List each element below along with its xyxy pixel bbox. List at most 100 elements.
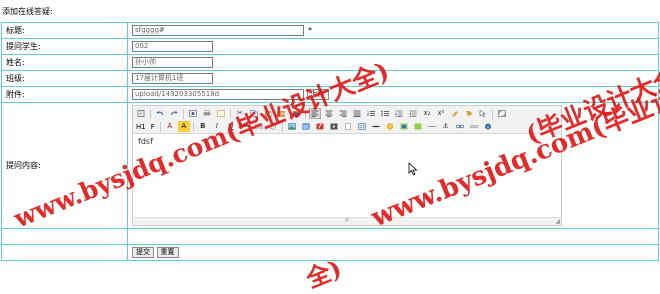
name-label: 姓名: [1,54,128,71]
align-center-icon[interactable] [323,108,335,119]
eraser-icon[interactable] [267,121,279,132]
row-content: 提问内容: ✂ x₂ x² H1 F A A B I U ABC ⚓ fdsf … [1,102,659,229]
unlink-icon[interactable] [468,121,480,132]
paste-icon[interactable] [262,108,274,119]
paste-text-icon[interactable] [276,108,288,119]
editor-toolbar: ✂ x₂ x² H1 F A A B I U ABC ⚓ [133,106,561,134]
unordered-list-icon[interactable] [379,108,391,119]
toolbar-separator [281,121,283,132]
source-icon[interactable] [135,108,147,119]
underline-button[interactable]: U [225,121,237,132]
anchor-icon[interactable]: ⚓ [440,121,452,132]
align-right-icon[interactable] [337,108,349,119]
flash-icon[interactable] [314,121,326,132]
superscript-icon[interactable]: x² [435,108,447,119]
class-input[interactable]: 17届计算机1班 [132,73,213,84]
name-input[interactable]: 孙小帅 [132,57,213,68]
copy-icon[interactable] [248,108,260,119]
mouse-cursor-icon [408,162,418,176]
student-input[interactable]: 002 [132,41,213,52]
submit-button[interactable]: 提交 [132,247,154,258]
name-cell: 孙小帅 [127,54,659,71]
spacer-cell [127,228,659,245]
attachment-label: 附件: [1,86,128,103]
print-icon[interactable] [201,108,213,119]
student-label: 提问学生: [1,38,128,55]
horizontal-rule-icon[interactable] [370,121,382,132]
row-spacer [1,228,659,245]
resize-handle-icon[interactable]: ⁜ [344,217,349,224]
reset-button[interactable]: 重置 [156,247,179,258]
emoticon-icon[interactable] [384,121,396,132]
class-cell: 17届计算机1班 [127,70,659,87]
toolbar-row-1: ✂ x₂ x² [135,107,559,120]
upload-button[interactable]: 上传 [306,89,329,100]
required-mark: * [308,26,312,35]
format-painter-icon[interactable] [463,108,475,119]
subscript-icon[interactable]: x₂ [421,108,433,119]
toolbar-separator [192,121,194,132]
title-input[interactable]: sfgggg# [132,25,304,36]
align-justify-icon[interactable] [351,108,363,119]
indent-icon[interactable] [393,108,405,119]
toolbar-separator [492,108,493,119]
toolbar-separator [159,121,161,132]
image-icon[interactable] [286,121,298,132]
fullscreen-icon[interactable] [496,108,508,119]
undo-icon[interactable] [154,108,166,119]
title-label: 标题: [1,22,128,39]
bold-button[interactable]: B [197,121,209,132]
page-break-icon[interactable] [426,121,438,132]
class-label: 班级: [1,70,128,87]
lineheight-icon[interactable] [253,121,265,132]
multi-image-icon[interactable] [300,121,312,132]
row-actions: 提交 重置 [1,244,659,261]
toolbar-separator [150,108,151,119]
strike-button[interactable]: ABC [239,121,251,132]
row-name: 姓名: 孙小帅 [1,54,659,71]
insert-file-icon[interactable] [342,121,354,132]
align-left-icon[interactable] [309,108,321,119]
font-color-button[interactable]: A [164,121,176,132]
heading-select[interactable]: H1 [135,123,147,131]
editor-content[interactable]: fdsf [133,134,561,218]
toolbar-row-2: H1 F A A B I U ABC ⚓ [135,120,559,133]
student-cell: 002 [127,38,659,55]
resize-corner-icon[interactable]: ◢ [555,219,560,225]
preview-icon[interactable] [187,108,199,119]
content-label: 提问内容: [1,102,128,229]
bg-color-button[interactable]: A [177,121,190,132]
title-cell: sfgggg# * [127,22,659,39]
code-icon[interactable] [412,121,424,132]
template-icon[interactable] [215,108,227,119]
content-cell: ✂ x₂ x² H1 F A A B I U ABC ⚓ fdsf ⁜ ◢ [127,102,659,229]
paste-word-icon[interactable] [290,108,302,119]
select-all-icon[interactable] [477,108,489,119]
attachment-input[interactable]: upload/149203305518d [132,89,304,100]
page-title: 添加在线答疑: [2,7,53,16]
rich-text-editor: ✂ x₂ x² H1 F A A B I U ABC ⚓ fdsf ⁜ ◢ [132,105,562,226]
table-icon[interactable] [356,121,368,132]
clear-format-icon[interactable] [449,108,461,119]
qa-form: 标题: sfgggg# * 提问学生: 002 姓名: 孙小帅 班级: 17届计算… [1,22,659,261]
actions-label [1,244,128,261]
about-icon[interactable] [482,121,494,132]
row-attachment: 附件: upload/149203305518d 上传 [1,86,659,103]
media-icon[interactable] [328,121,340,132]
italic-button[interactable]: I [211,121,223,132]
ordered-list-icon[interactable] [365,108,377,119]
editor-resize-bar[interactable]: ⁜ ◢ [133,217,561,225]
baidu-map-icon[interactable] [398,121,410,132]
redo-icon[interactable] [168,108,180,119]
link-icon[interactable] [454,121,466,132]
row-student: 提问学生: 002 [1,38,659,55]
row-class: 班级: 17届计算机1班 [1,70,659,87]
cut-icon[interactable]: ✂ [234,108,246,119]
toolbar-separator [305,108,306,119]
attachment-cell: upload/149203305518d 上传 [127,86,659,103]
toolbar-separator [183,108,184,119]
spacer-label [1,228,128,245]
outdent-icon[interactable] [407,108,419,119]
font-family-select[interactable]: F [150,123,156,131]
actions-cell: 提交 重置 [127,244,659,261]
